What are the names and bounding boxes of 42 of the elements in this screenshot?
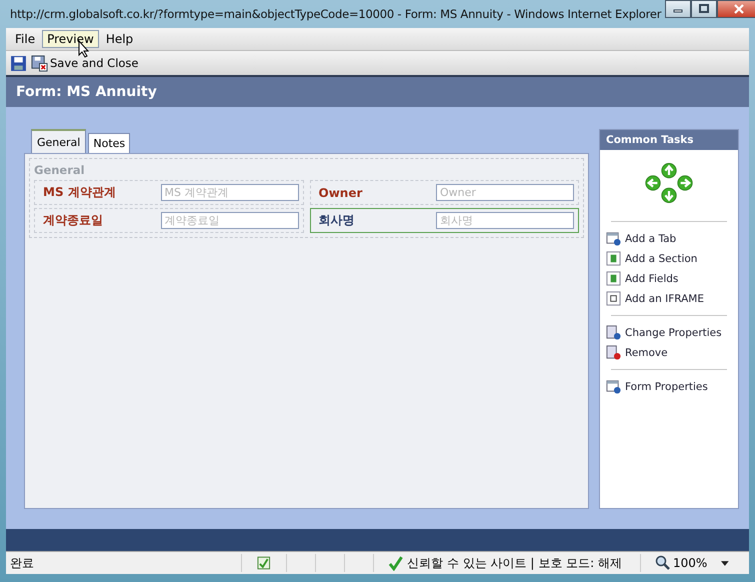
form-field[interactable]: 회사명 회사명 <box>310 208 579 233</box>
maximize-icon <box>699 4 710 14</box>
menu-item[interactable]: Preview <box>42 30 99 48</box>
task-link[interactable]: Add a Section <box>606 251 732 266</box>
security-zone-text: 신뢰할 수 있는 사이트 | 보호 모드: 해제 <box>406 554 623 572</box>
save-icon[interactable] <box>10 54 27 72</box>
remove-icon <box>606 345 621 360</box>
magnifier-icon <box>654 555 671 571</box>
section-icon <box>606 251 621 266</box>
save-close-icon <box>31 54 48 72</box>
form-title: Form: MS Annuity <box>16 84 157 100</box>
task-link[interactable]: Remove <box>606 345 732 360</box>
caret-icon[interactable] <box>721 560 729 566</box>
tab[interactable]: Notes <box>88 133 130 153</box>
menu-item[interactable]: Help <box>100 30 138 48</box>
task-link[interactable]: Add Fields <box>606 271 732 286</box>
form-field[interactable]: 계약종료일 계약종료일 <box>34 208 304 233</box>
maximize-button[interactable] <box>691 0 718 18</box>
window-info-icon <box>606 379 621 394</box>
page-icon <box>256 555 272 571</box>
window-title: http://crm.globalsoft.co.kr/?formtype=main&objectTypeCode=10000 - Form: MS Annuity - Windows Internet Explorer <box>10 7 662 21</box>
close-button[interactable] <box>717 0 755 18</box>
panel-title: Common Tasks <box>600 130 738 150</box>
close-icon <box>734 4 744 14</box>
task-link[interactable]: Add a Tab <box>606 231 732 246</box>
task-link[interactable]: Change Properties <box>606 325 732 340</box>
save-and-close-button[interactable]: Save and Close <box>31 54 139 72</box>
properties-icon <box>606 325 621 340</box>
task-link[interactable]: Form Properties <box>606 379 732 394</box>
tab[interactable]: General <box>31 129 86 153</box>
status-text: 완료 <box>9 554 35 572</box>
form-field[interactable]: MS 계약관계 MS 계약관계 <box>34 180 304 205</box>
menu-item[interactable]: File <box>10 30 40 48</box>
minimize-button[interactable] <box>665 0 692 18</box>
task-link[interactable]: Add an IFRAME <box>606 291 732 306</box>
check-icon <box>388 555 404 571</box>
window-info-icon <box>606 231 621 246</box>
section-title: General <box>34 163 86 177</box>
zoom-button[interactable]: 100% <box>654 555 708 571</box>
section-icon <box>606 271 621 286</box>
frame-icon <box>606 291 621 306</box>
form-field[interactable]: Owner Owner <box>310 180 579 205</box>
